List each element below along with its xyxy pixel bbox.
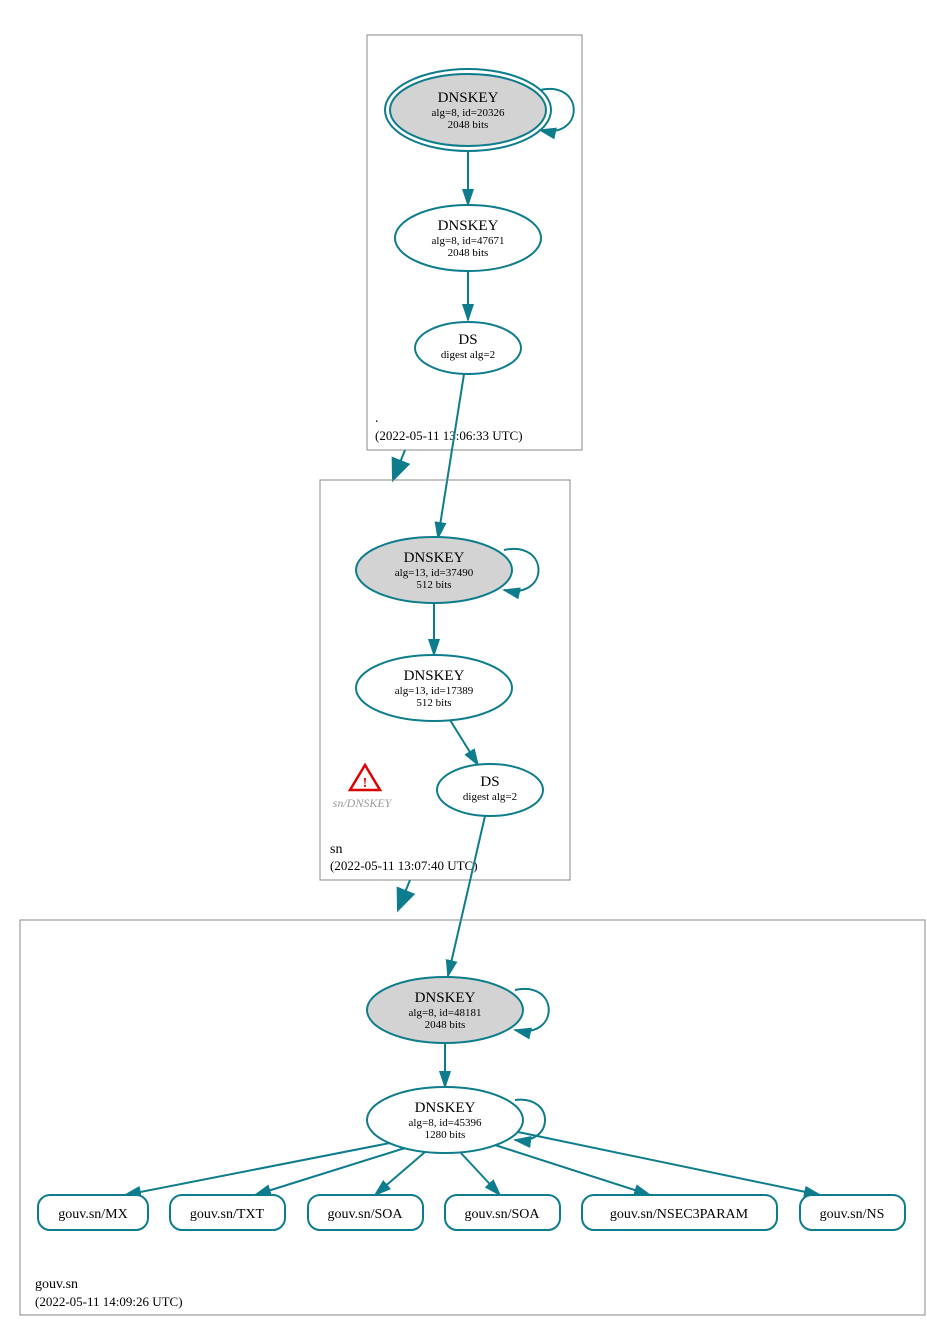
- svg-text:DS: DS: [458, 332, 477, 348]
- zone-sn-date: (2022-05-11 13:07:40 UTC): [330, 858, 478, 873]
- root-ds-node: [415, 322, 521, 374]
- edge: [460, 1152, 500, 1195]
- svg-text:alg=8, id=47671: alg=8, id=47671: [432, 235, 505, 247]
- svg-text:digest alg=2: digest alg=2: [441, 349, 495, 361]
- svg-text:alg=8, id=48181: alg=8, id=48181: [409, 1007, 482, 1019]
- svg-text:alg=8, id=45396: alg=8, id=45396: [409, 1117, 482, 1129]
- edge: [438, 374, 464, 538]
- svg-text:512 bits: 512 bits: [416, 697, 451, 709]
- svg-text:alg=13, id=17389: alg=13, id=17389: [395, 685, 474, 697]
- svg-text:alg=13, id=37490: alg=13, id=37490: [395, 567, 474, 579]
- svg-text:!: !: [363, 776, 368, 791]
- svg-text:DS: DS: [480, 774, 499, 790]
- svg-text:alg=8, id=20326: alg=8, id=20326: [432, 107, 505, 119]
- svg-text:gouv.sn/SOA: gouv.sn/SOA: [328, 1207, 404, 1222]
- delegation-arrow: [400, 880, 410, 905]
- svg-text:DNSKEY: DNSKEY: [438, 90, 499, 106]
- edge: [495, 1145, 650, 1195]
- svg-text:gouv.sn/MX: gouv.sn/MX: [58, 1207, 128, 1222]
- sn-ds-node: [437, 764, 543, 816]
- edge: [450, 720, 478, 765]
- edge: [375, 1152, 425, 1195]
- svg-text:2048 bits: 2048 bits: [448, 247, 489, 259]
- svg-text:2048 bits: 2048 bits: [448, 119, 489, 131]
- svg-text:2048 bits: 2048 bits: [425, 1019, 466, 1031]
- zone-root-date: (2022-05-11 13:06:33 UTC): [375, 428, 523, 443]
- svg-text:digest alg=2: digest alg=2: [463, 791, 517, 803]
- svg-text:gouv.sn/NS: gouv.sn/NS: [820, 1207, 885, 1222]
- delegation-arrow: [395, 450, 405, 475]
- zone-sn-name: sn: [330, 842, 342, 857]
- dnssec-diagram: . (2022-05-11 13:06:33 UTC) DNSKEY alg=8…: [10, 10, 927, 1320]
- svg-text:DNSKEY: DNSKEY: [415, 990, 476, 1006]
- edge: [518, 1132, 820, 1195]
- edge: [125, 1143, 390, 1195]
- svg-text:DNSKEY: DNSKEY: [404, 668, 465, 684]
- svg-text:1280 bits: 1280 bits: [425, 1129, 466, 1141]
- svg-text:512 bits: 512 bits: [416, 579, 451, 591]
- svg-text:DNSKEY: DNSKEY: [415, 1100, 476, 1116]
- svg-text:gouv.sn/TXT: gouv.sn/TXT: [190, 1207, 265, 1222]
- zone-root-name: .: [375, 411, 379, 426]
- svg-text:DNSKEY: DNSKEY: [404, 550, 465, 566]
- svg-text:gouv.sn/NSEC3PARAM: gouv.sn/NSEC3PARAM: [610, 1207, 749, 1222]
- svg-text:gouv.sn/SOA: gouv.sn/SOA: [465, 1207, 541, 1222]
- svg-text:DNSKEY: DNSKEY: [438, 218, 499, 234]
- zone-gouv-date: (2022-05-11 14:09:26 UTC): [35, 1294, 183, 1309]
- edge: [448, 816, 485, 976]
- zone-gouv-name: gouv.sn: [35, 1277, 78, 1292]
- warning-icon: !: [350, 765, 380, 791]
- warning-label: sn/DNSKEY: [333, 796, 393, 810]
